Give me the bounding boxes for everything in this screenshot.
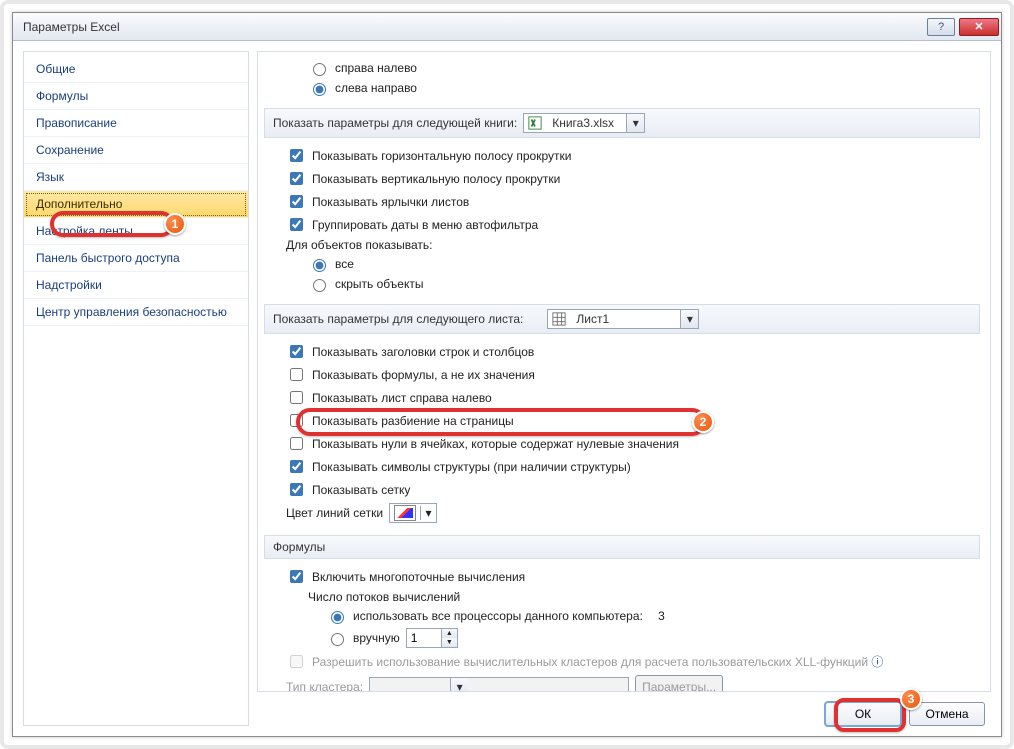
- dialog-footer: ОК Отмена: [257, 692, 991, 726]
- sidebar-item-2[interactable]: Правописание: [24, 110, 248, 137]
- chevron-down-icon: ▾: [680, 310, 698, 328]
- sheet-check-6[interactable]: [290, 483, 303, 496]
- window-title: Параметры Excel: [23, 20, 927, 34]
- xlsx-icon: [526, 114, 544, 132]
- sidebar-item-7[interactable]: Панель быстрого доступа: [24, 245, 248, 272]
- options-panel[interactable]: справа налево слева направо Показать пар…: [257, 51, 991, 692]
- book-check-3[interactable]: [290, 218, 303, 231]
- sheet-section-header: Показать параметры для следующего листа:…: [264, 304, 980, 334]
- ok-button[interactable]: ОК: [825, 702, 901, 726]
- chevron-down-icon: ▾: [626, 114, 644, 132]
- objects-label: Для объектов показывать:: [264, 236, 980, 254]
- sidebar-item-6[interactable]: Настройка ленты: [24, 218, 248, 245]
- cluster-allow-checkbox: [290, 655, 303, 668]
- threads-manual-radio[interactable]: [331, 633, 344, 646]
- close-button[interactable]: ✕: [959, 18, 999, 36]
- threads-all-radio[interactable]: [331, 611, 344, 624]
- help-button[interactable]: ?: [927, 18, 955, 36]
- book-check-2[interactable]: [290, 195, 303, 208]
- titlebar: Параметры Excel ? ✕: [13, 13, 1001, 41]
- objects-all-radio[interactable]: [313, 259, 326, 272]
- formulas-section-header: Формулы: [264, 535, 980, 559]
- book-check-1[interactable]: [290, 172, 303, 185]
- sheet-check-2[interactable]: [290, 391, 303, 404]
- book-combo[interactable]: Книга3.xlsx ▾: [523, 113, 645, 133]
- sidebar-item-1[interactable]: Формулы: [24, 83, 248, 110]
- grid-color-picker[interactable]: ▾: [389, 503, 437, 523]
- book-check-0[interactable]: [290, 149, 303, 162]
- sidebar-item-0[interactable]: Общие: [24, 56, 248, 83]
- cancel-button[interactable]: Отмена: [909, 702, 985, 726]
- direction-rtl-label: справа налево: [335, 61, 417, 75]
- sidebar-item-8[interactable]: Надстройки: [24, 272, 248, 299]
- cluster-type-combo: ▾: [369, 677, 629, 692]
- sidebar-item-5[interactable]: Дополнительно: [24, 191, 248, 218]
- book-section-header: Показать параметры для следующей книги: …: [264, 108, 980, 138]
- sidebar-item-3[interactable]: Сохранение: [24, 137, 248, 164]
- sheet-check-3[interactable]: [290, 414, 303, 427]
- sheet-combo[interactable]: Лист1 ▾: [547, 309, 699, 329]
- sidebar-item-4[interactable]: Язык: [24, 164, 248, 191]
- sidebar-item-9[interactable]: Центр управления безопасностью: [24, 299, 248, 326]
- grid-color-label: Цвет линий сетки: [286, 506, 383, 520]
- direction-rtl-radio[interactable]: [313, 63, 326, 76]
- sidebar: ОбщиеФормулыПравописаниеСохранениеЯзыкДо…: [23, 51, 249, 726]
- sheet-check-5[interactable]: [290, 460, 303, 473]
- sheet-check-0[interactable]: [290, 345, 303, 358]
- objects-hide-radio[interactable]: [313, 279, 326, 292]
- multithread-checkbox[interactable]: [290, 570, 303, 583]
- sheet-icon: [550, 310, 568, 328]
- direction-ltr-label: слева направо: [335, 81, 417, 95]
- sheet-check-1[interactable]: [290, 368, 303, 381]
- cluster-params-button: Параметры...: [635, 675, 723, 692]
- sheet-check-4[interactable]: [290, 437, 303, 450]
- direction-ltr-radio[interactable]: [313, 83, 326, 96]
- threads-manual-spinner[interactable]: ▲▼: [406, 628, 458, 648]
